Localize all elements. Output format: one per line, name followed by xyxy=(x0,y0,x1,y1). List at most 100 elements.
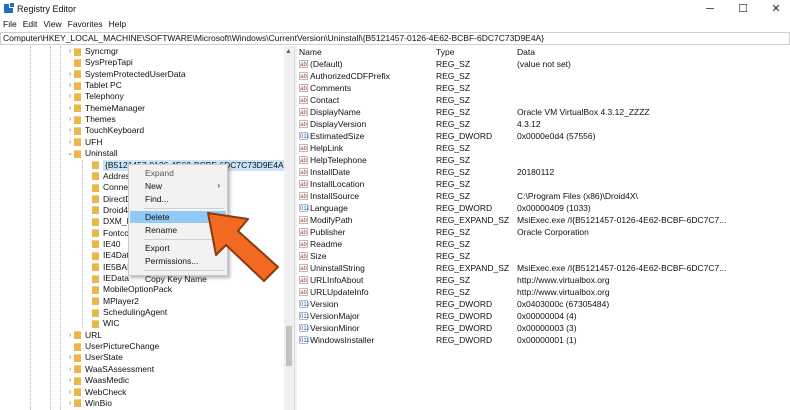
tree-item[interactable]: › UserState xyxy=(66,352,123,363)
value-name: Comments xyxy=(310,83,352,93)
tree-item[interactable]: › Tablet PC xyxy=(66,80,122,91)
value-name: VersionMinor xyxy=(310,323,360,333)
value-row[interactable]: ab URLUpdateInfo REG_SZ http://www.virtualb… xyxy=(297,286,790,298)
orange-arrow-pointer xyxy=(207,212,279,282)
tree-item[interactable]: › WebCheck xyxy=(66,387,127,398)
scroll-up-icon[interactable]: ▲ xyxy=(285,48,292,55)
value-name: HelpLink xyxy=(310,143,344,153)
value-row[interactable]: 011 VersionMinor REG_DWORD 0x00000003 (3) xyxy=(297,322,790,334)
value-row[interactable]: ab InstallDate REG_SZ 20180112 xyxy=(297,166,790,178)
tree-item[interactable]: Address xyxy=(84,171,134,182)
tree-item[interactable]: SysPrepTapi xyxy=(66,57,133,68)
address-bar[interactable]: Computer\HKEY_LOCAL_MACHINE\SOFTWARE\Mic… xyxy=(0,32,790,45)
value-row[interactable]: ab Comments REG_SZ xyxy=(297,82,790,94)
value-row[interactable]: ab (Default) REG_SZ (value not set) xyxy=(297,58,790,70)
value-row[interactable]: ab InstallLocation REG_SZ xyxy=(297,178,790,190)
value-row[interactable]: 011 EstimatedSize REG_DWORD 0x0000e0d4 (575… xyxy=(297,130,790,142)
expand-chevron-icon[interactable]: › xyxy=(66,103,74,114)
value-row[interactable]: 011 VersionMajor REG_DWORD 0x00000004 (4) xyxy=(297,310,790,322)
value-row[interactable]: ab ModifyPath REG_EXPAND_SZ MsiExec.exe /I{… xyxy=(297,214,790,226)
tree-item[interactable]: › Syncmgr xyxy=(66,46,119,57)
tree-item[interactable]: WIC xyxy=(84,318,120,329)
tree-item[interactable]: MPlayer2 xyxy=(84,296,139,307)
value-row[interactable]: ab Readme REG_SZ xyxy=(297,238,790,250)
tree-item[interactable]: › WinBio xyxy=(66,398,112,409)
tree-item[interactable]: MobileOptionPack xyxy=(84,284,172,295)
value-name: (Default) xyxy=(310,59,343,69)
value-row[interactable]: 011 Language REG_DWORD 0x00000409 (1033) xyxy=(297,202,790,214)
value-row[interactable]: ab InstallSource REG_SZ C:\Program Files (x… xyxy=(297,190,790,202)
value-row[interactable]: ab HelpLink REG_SZ xyxy=(297,142,790,154)
value-row[interactable]: 011 WindowsInstaller REG_DWORD 0x00000001 (… xyxy=(297,334,790,346)
minimize-button[interactable]: ─ xyxy=(700,2,720,16)
menu-view[interactable]: View xyxy=(43,19,61,31)
menu-file[interactable]: File xyxy=(3,19,17,31)
tree-item[interactable]: SchedulingAgent xyxy=(84,307,167,318)
value-row[interactable]: 011 Version REG_DWORD 0x0403000c (67305484) xyxy=(297,298,790,310)
expand-chevron-icon[interactable]: › xyxy=(66,91,74,102)
expand-chevron-icon[interactable]: › xyxy=(66,69,74,80)
tree-item[interactable]: › WaaSAssessment xyxy=(66,364,154,375)
tree-item[interactable]: IE40 xyxy=(84,239,121,250)
value-row[interactable]: ab AuthorizedCDFPrefix REG_SZ xyxy=(297,70,790,82)
tree-item[interactable]: IE4Data xyxy=(84,250,134,261)
expand-chevron-icon[interactable]: › xyxy=(66,125,74,136)
tree-item[interactable]: Droid4X xyxy=(84,205,134,216)
value-row[interactable]: ab DisplayVersion REG_SZ 4.3.12 xyxy=(297,118,790,130)
column-header-data[interactable]: Data xyxy=(517,46,535,58)
expand-chevron-icon[interactable]: › xyxy=(66,375,74,386)
tree-scrollbar[interactable]: ▲ xyxy=(284,46,294,410)
expand-chevron-icon[interactable]: › xyxy=(66,364,74,375)
menu-help[interactable]: Help xyxy=(109,19,126,31)
value-row[interactable]: ab Contact REG_SZ xyxy=(297,94,790,106)
expand-chevron-icon[interactable]: › xyxy=(66,80,74,91)
expand-chevron-icon[interactable]: › xyxy=(66,387,74,398)
scroll-thumb[interactable] xyxy=(286,326,292,366)
tree-item-label: URL xyxy=(85,329,103,340)
tree-item[interactable]: UserPictureChange xyxy=(66,341,159,352)
column-header-name[interactable]: Name xyxy=(299,46,322,58)
value-row[interactable]: ab DisplayName REG_SZ Oracle VM VirtualBox … xyxy=(297,106,790,118)
tree-item[interactable]: ⌄ Uninstall xyxy=(66,148,118,159)
expand-chevron-icon[interactable]: › xyxy=(66,398,74,409)
expand-chevron-icon[interactable]: › xyxy=(66,114,74,125)
value-type: REG_SZ xyxy=(436,155,471,165)
value-row[interactable]: ab HelpTelephone REG_SZ xyxy=(297,154,790,166)
value-name: Publisher xyxy=(310,227,346,237)
tree-item[interactable]: › WaasMedic xyxy=(66,375,129,386)
tree-item[interactable]: Connec xyxy=(84,182,132,193)
menu-item-label: Find... xyxy=(145,194,169,204)
value-row[interactable]: ab UninstallString REG_EXPAND_SZ MsiExec.ex… xyxy=(297,262,790,274)
expand-chevron-icon[interactable]: › xyxy=(66,330,74,341)
string-value-icon: ab xyxy=(299,96,308,104)
tree-item[interactable]: › UFH xyxy=(66,137,103,148)
tree-item[interactable]: › SystemProtectedUserData xyxy=(66,69,186,80)
expand-chevron-icon[interactable]: › xyxy=(66,352,74,363)
tree-item[interactable]: IEData xyxy=(84,273,129,284)
context-menu-expand[interactable]: Expand xyxy=(130,167,226,179)
context-menu-find[interactable]: Find... xyxy=(130,193,226,205)
folder-icon xyxy=(92,251,99,260)
tree-item[interactable]: › Themes xyxy=(66,114,116,125)
menu-edit[interactable]: Edit xyxy=(23,19,38,31)
close-button[interactable]: ✕ xyxy=(766,2,786,16)
tree-item[interactable]: › TouchKeyboard xyxy=(66,125,144,136)
expand-chevron-icon[interactable]: › xyxy=(66,137,74,148)
column-header-type[interactable]: Type xyxy=(436,46,454,58)
maximize-button[interactable]: ☐ xyxy=(733,2,753,16)
tree-item[interactable]: › Telephony xyxy=(66,91,124,102)
expand-chevron-icon[interactable]: ⌄ xyxy=(66,148,74,159)
context-menu-new[interactable]: New › xyxy=(130,180,226,192)
menu-favorites[interactable]: Favorites xyxy=(68,19,103,31)
tree-item[interactable]: › URL xyxy=(66,330,102,341)
values-list: Name Type Data ab (Default) REG_SZ (value n… xyxy=(297,46,790,410)
menu-item-label: Export xyxy=(145,243,170,253)
value-row[interactable]: ab URLInfoAbout REG_SZ http://www.virtualbo… xyxy=(297,274,790,286)
tree-item[interactable]: Fontcor xyxy=(84,228,132,239)
tree-item[interactable]: DirectD xyxy=(84,194,131,205)
value-row[interactable]: ab Publisher REG_SZ Oracle Corporation xyxy=(297,226,790,238)
value-row[interactable]: ab Size REG_SZ xyxy=(297,250,790,262)
expand-chevron-icon[interactable]: › xyxy=(66,46,74,57)
tree-item[interactable]: › ThemeManager xyxy=(66,103,145,114)
folder-icon xyxy=(74,365,81,374)
